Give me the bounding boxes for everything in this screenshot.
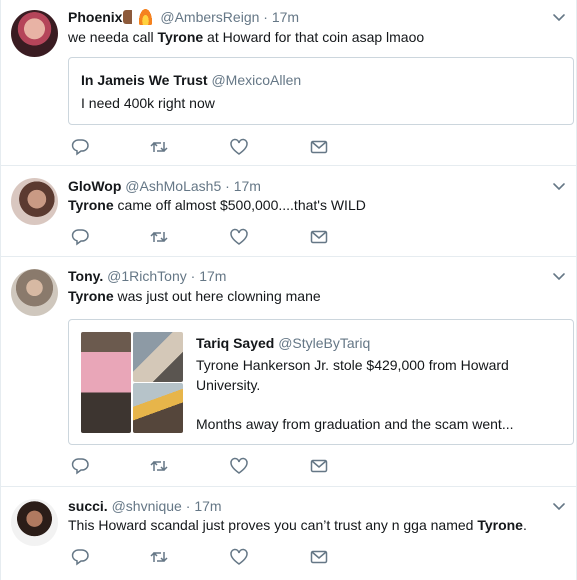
envelope-icon[interactable] xyxy=(309,137,329,157)
chevron-down-icon[interactable] xyxy=(552,269,566,283)
emoji-icon xyxy=(123,10,140,24)
user-handle[interactable]: @1RichTony xyxy=(107,268,187,284)
tweet-header: Phoenix @AmbersReign · 17m xyxy=(68,8,299,26)
timestamp[interactable]: 17m xyxy=(272,9,299,25)
envelope-icon[interactable] xyxy=(309,547,329,567)
quoted-photo[interactable] xyxy=(133,332,183,382)
quoted-display-name: Tariq Sayed xyxy=(196,335,275,351)
timestamp[interactable]: 17m xyxy=(234,178,261,194)
tweet[interactable]: succi. @shvnique · 17m This Howard scand… xyxy=(1,487,576,580)
tweet-text-part: we needa call xyxy=(68,29,158,45)
quoted-photo[interactable] xyxy=(133,383,183,433)
tweet-header: GloWop @AshMoLash5 · 17m xyxy=(68,177,261,195)
tweet[interactable]: Phoenix @AmbersReign · 17m we needa call… xyxy=(1,0,576,166)
quoted-text-line: University. xyxy=(196,377,261,393)
tweet-text-bold: Tyrone xyxy=(477,517,523,533)
retweet-icon[interactable] xyxy=(149,547,169,567)
display-name[interactable]: GloWop xyxy=(68,178,121,194)
heart-icon[interactable] xyxy=(229,227,249,247)
quoted-handle: @MexicoAllen xyxy=(211,72,302,88)
avatar[interactable] xyxy=(11,499,58,546)
user-handle[interactable]: @AmbersReign xyxy=(160,9,259,25)
heart-icon[interactable] xyxy=(229,547,249,567)
tweet-text: Tyrone was just out here clowning mane xyxy=(68,287,321,306)
tweet[interactable]: Tony. @1RichTony · 17m Tyrone was just o… xyxy=(1,257,576,487)
tweet-feed: Phoenix @AmbersReign · 17m we needa call… xyxy=(0,0,577,580)
envelope-icon[interactable] xyxy=(309,227,329,247)
tweet-header: Tony. @1RichTony · 17m xyxy=(68,267,226,285)
tweet-text-part: at Howard for that coin asap lmaoo xyxy=(203,29,425,45)
reply-icon[interactable] xyxy=(70,137,90,157)
tweet-text: This Howard scandal just proves you can’… xyxy=(68,516,527,535)
quoted-text: I need 400k right now xyxy=(81,95,215,111)
envelope-icon[interactable] xyxy=(309,456,329,476)
avatar[interactable] xyxy=(11,269,58,316)
display-name[interactable]: Phoenix xyxy=(68,9,122,25)
quoted-tweet[interactable]: In Jameis We Trust @MexicoAllen I need 4… xyxy=(68,57,574,125)
tweet-text-bold: Tyrone xyxy=(68,288,114,304)
quoted-handle: @StyleByTariq xyxy=(278,335,371,351)
tweet-text-part: This Howard scandal just proves you can’… xyxy=(68,517,478,533)
tweet-text-part: was just out here clowning mane xyxy=(113,288,321,304)
tweet-text-bold: Tyrone xyxy=(68,197,114,213)
heart-icon[interactable] xyxy=(229,137,249,157)
reply-icon[interactable] xyxy=(70,227,90,247)
retweet-icon[interactable] xyxy=(149,456,169,476)
chevron-down-icon[interactable] xyxy=(552,499,566,513)
tweet-text-part: came off almost $500,000....that's WILD xyxy=(113,197,366,213)
tweet-header: succi. @shvnique · 17m xyxy=(68,497,222,515)
timestamp[interactable]: 17m xyxy=(199,268,226,284)
avatar[interactable] xyxy=(11,178,58,225)
heart-icon[interactable] xyxy=(229,456,249,476)
chevron-down-icon[interactable] xyxy=(552,179,566,193)
fire-emoji-icon xyxy=(139,9,153,25)
reply-icon[interactable] xyxy=(70,456,90,476)
user-handle[interactable]: @shvnique xyxy=(112,498,182,514)
quoted-photo[interactable] xyxy=(81,332,131,433)
tweet-text-part: . xyxy=(522,517,527,533)
reply-icon[interactable] xyxy=(70,547,90,567)
separator-dot: · xyxy=(190,268,196,284)
separator-dot: · xyxy=(185,498,191,514)
retweet-icon[interactable] xyxy=(149,227,169,247)
tweet-text: we needa call Tyrone at Howard for that … xyxy=(68,28,424,47)
timestamp[interactable]: 17m xyxy=(194,498,221,514)
tweet[interactable]: GloWop @AshMoLash5 · 17m Tyrone came off… xyxy=(1,166,576,257)
separator-dot: · xyxy=(263,9,268,25)
tweet-text: Tyrone came off almost $500,000....that'… xyxy=(68,196,366,215)
quoted-tweet-header: In Jameis We Trust @MexicoAllen xyxy=(81,72,301,88)
quoted-tweet[interactable]: Tariq Sayed @StyleByTariq Tyrone Hankers… xyxy=(68,319,574,445)
separator-dot: · xyxy=(225,178,230,194)
quoted-tweet-header: Tariq Sayed @StyleByTariq xyxy=(196,335,370,351)
quoted-display-name: In Jameis We Trust xyxy=(81,72,208,88)
tweet-text-bold: Tyrone xyxy=(157,29,204,45)
display-name[interactable]: Tony. xyxy=(68,268,103,284)
retweet-icon[interactable] xyxy=(149,137,169,157)
avatar[interactable] xyxy=(11,10,58,57)
chevron-down-icon[interactable] xyxy=(552,10,566,24)
quoted-text-line: Tyrone Hankerson Jr. stole $429,000 from… xyxy=(196,357,509,373)
user-handle[interactable]: @AshMoLash5 xyxy=(125,178,221,194)
quoted-text-line: Months away from graduation and the scam… xyxy=(196,416,514,432)
display-name[interactable]: succi. xyxy=(68,498,108,514)
